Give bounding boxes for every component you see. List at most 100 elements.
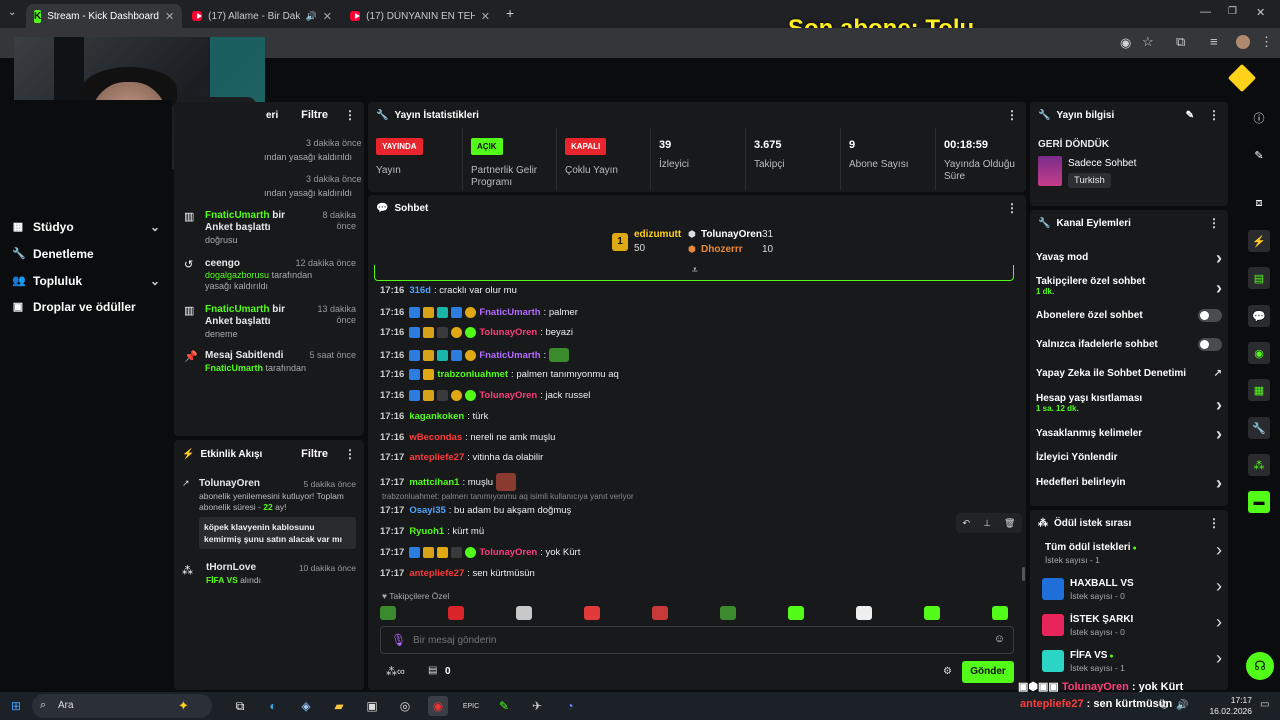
pencil-icon[interactable]: ✎: [1248, 144, 1270, 166]
epic-games-icon[interactable]: EPIC: [461, 696, 481, 716]
wrench-icon[interactable]: 🔧: [1248, 417, 1270, 439]
eye-icon[interactable]: ◉: [1120, 35, 1131, 51]
broadcast-icon[interactable]: ◉: [1248, 342, 1270, 364]
emote-icon[interactable]: [448, 606, 464, 620]
gift-icon[interactable]: ▤: [428, 665, 437, 676]
chat-message[interactable]: 17:17 Ryuoh1: kürt mü: [380, 526, 484, 537]
lightning-icon[interactable]: ⚡: [1248, 230, 1270, 252]
channel-action-item[interactable]: Hesap yaşı kısıtlaması 1 sa. 12 dk. ›: [1036, 393, 1222, 415]
message-username[interactable]: antepliefe27: [409, 452, 464, 463]
filter-button[interactable]: Filtre: [301, 109, 328, 121]
chat-message[interactable]: 17:16 TolunayOren: jack russel: [380, 390, 590, 401]
taskbar-search[interactable]: ⌕ Ara ✦: [32, 694, 212, 718]
channel-action-item[interactable]: Yavaş mod ›: [1036, 248, 1222, 268]
message-username[interactable]: trabzonluahmet: [437, 369, 508, 380]
support-headset-icon[interactable]: ☊: [1246, 652, 1274, 680]
kebab-icon[interactable]: ⋮: [1006, 108, 1018, 122]
kebab-icon[interactable]: ⋮: [344, 108, 356, 122]
task-view-icon[interactable]: ⧉: [230, 696, 250, 716]
message-username[interactable]: kagankoken: [409, 411, 464, 422]
chat-message[interactable]: 17:17 antepliefe27: sen kürtmüsün: [380, 568, 535, 579]
message-username[interactable]: 316d: [409, 285, 431, 296]
tab-kick-dashboard[interactable]: K Stream - Kick Dashboard ✕: [26, 4, 182, 28]
emote-icon[interactable]: [924, 606, 940, 620]
kebab-icon[interactable]: ⋮: [1208, 216, 1220, 230]
close-tab-icon[interactable]: ✕: [323, 10, 332, 23]
channel-points-icon[interactable]: ⁂∞: [386, 665, 405, 678]
message-username[interactable]: wBecondas: [409, 432, 462, 443]
edit-icon[interactable]: ✎: [1186, 110, 1194, 121]
windows-start-icon[interactable]: ⊞: [6, 696, 26, 716]
clapper-icon[interactable]: ▬: [1248, 491, 1270, 513]
message-username[interactable]: TolunayOren: [479, 547, 537, 558]
toggle-switch[interactable]: [1198, 338, 1222, 351]
emote-icon[interactable]: [856, 606, 872, 620]
emote-icon[interactable]: [584, 606, 600, 620]
rewards-icon[interactable]: ⁂: [1248, 454, 1270, 476]
channel-action-item[interactable]: Abonelere özel sohbet: [1036, 309, 1222, 322]
close-tab-icon[interactable]: ✕: [481, 10, 490, 23]
chat-message[interactable]: 17:17 Osayi35: bu adam bu akşam doğmuş: [380, 505, 571, 516]
nav-moderation[interactable]: 🔧 Denetleme: [12, 247, 160, 261]
nav-community[interactable]: 👥 Topluluk ⌄: [12, 274, 160, 288]
game-icon[interactable]: ✈: [527, 696, 547, 716]
channel-action-item[interactable]: Hedefleri belirleyin ›: [1036, 473, 1222, 493]
toggle-switch[interactable]: [1198, 309, 1222, 322]
chat-message[interactable]: 17:16 FnaticUmarth:: [380, 348, 570, 362]
chat-message[interactable]: 17:17 antepliefe27: vitinha da olabilir: [380, 452, 543, 463]
chat-message[interactable]: 17:16 wBecondas: nereli ne amk muşlu: [380, 432, 555, 443]
message-username[interactable]: FnaticUmarth: [479, 350, 540, 361]
emoji-icon[interactable]: ☺: [994, 633, 1005, 645]
message-username[interactable]: TolunayOren: [479, 327, 537, 338]
chat-message[interactable]: 17:16 FnaticUmarth: palmer: [380, 307, 578, 318]
chat-message[interactable]: 17:17 TolunayOren: yok Kürt: [380, 547, 580, 558]
extensions-icon[interactable]: ⧉: [1176, 34, 1185, 50]
emote-icon[interactable]: [652, 606, 668, 620]
steam-icon[interactable]: ◈: [296, 696, 316, 716]
emote-icon[interactable]: [992, 606, 1008, 620]
clock-date[interactable]: 16.02.2026: [1200, 706, 1252, 716]
filter-button[interactable]: Filtre: [301, 448, 328, 460]
nav-studio[interactable]: ▦ Stüdyo ⌄: [12, 220, 160, 234]
channel-action-item[interactable]: Yalnızca ifadelerle sohbet: [1036, 338, 1222, 351]
chat-settings-icon[interactable]: ⚙: [943, 666, 952, 677]
close-window-icon[interactable]: ✕: [1256, 6, 1265, 19]
message-username[interactable]: TolunayOren: [479, 390, 537, 401]
notifications-icon[interactable]: ▭: [1260, 699, 1269, 710]
nav-drops-rewards[interactable]: ▣ Droplar ve ödüller: [12, 300, 160, 314]
clock-time[interactable]: 17:17: [1202, 695, 1252, 705]
kebab-icon[interactable]: ⋮: [1208, 108, 1220, 122]
close-tab-icon[interactable]: ✕: [165, 10, 174, 23]
tab-youtube-2[interactable]: (17) DÜNYANIN EN TEHLİKELİ T ✕: [342, 4, 498, 28]
channel-action-item[interactable]: Takipçilere özel sohbet 1 dk. ›: [1036, 276, 1222, 298]
emote-icon[interactable]: [720, 606, 736, 620]
emote-icon[interactable]: [788, 606, 804, 620]
capture-icon[interactable]: ⧈: [1248, 192, 1270, 214]
chat-input-box[interactable]: 🎙 ☺: [380, 626, 1014, 654]
chat-message-input[interactable]: [413, 631, 973, 649]
tab-list-icon[interactable]: ⌄: [8, 7, 16, 18]
minimize-icon[interactable]: —: [1200, 6, 1211, 18]
app-icon[interactable]: ✎: [494, 696, 514, 716]
tab-youtube-1[interactable]: (17) Allame - Bir Dakika (Offi 🔊 ✕: [184, 4, 340, 28]
chat-message[interactable]: 17:16 kagankoken: türk: [380, 411, 488, 422]
chat-message[interactable]: 17:16 316d: cracklı var olur mu: [380, 285, 517, 296]
info-icon[interactable]: ⓘ: [1248, 107, 1270, 129]
emote-icon[interactable]: [516, 606, 532, 620]
chat-message[interactable]: 17:16 TolunayOren: beyazi: [380, 327, 573, 338]
volume-icon[interactable]: 🔊: [1176, 700, 1188, 711]
channel-action-item[interactable]: İzleyici Yönlendir: [1036, 452, 1222, 463]
chat-message[interactable]: 17:16 trabzonluahmet: palmerı tanımıyonmu…: [380, 369, 619, 380]
creator-logo-icon[interactable]: [1227, 63, 1257, 93]
message-username[interactable]: Osayi35: [409, 505, 445, 516]
kebab-icon[interactable]: ⋮: [1208, 516, 1220, 530]
message-username[interactable]: Ryuoh1: [409, 526, 444, 537]
chat-icon[interactable]: 💬: [1248, 305, 1270, 327]
edge-icon[interactable]: ◐: [263, 696, 283, 716]
maximize-icon[interactable]: ❐: [1228, 6, 1237, 17]
profile-avatar[interactable]: [1236, 35, 1250, 49]
chat-scrollbar[interactable]: [1022, 567, 1025, 581]
message-username[interactable]: FnaticUmarth: [479, 307, 540, 318]
kebab-icon[interactable]: ⋮: [1006, 201, 1018, 215]
chrome-icon[interactable]: ◉: [428, 696, 448, 716]
